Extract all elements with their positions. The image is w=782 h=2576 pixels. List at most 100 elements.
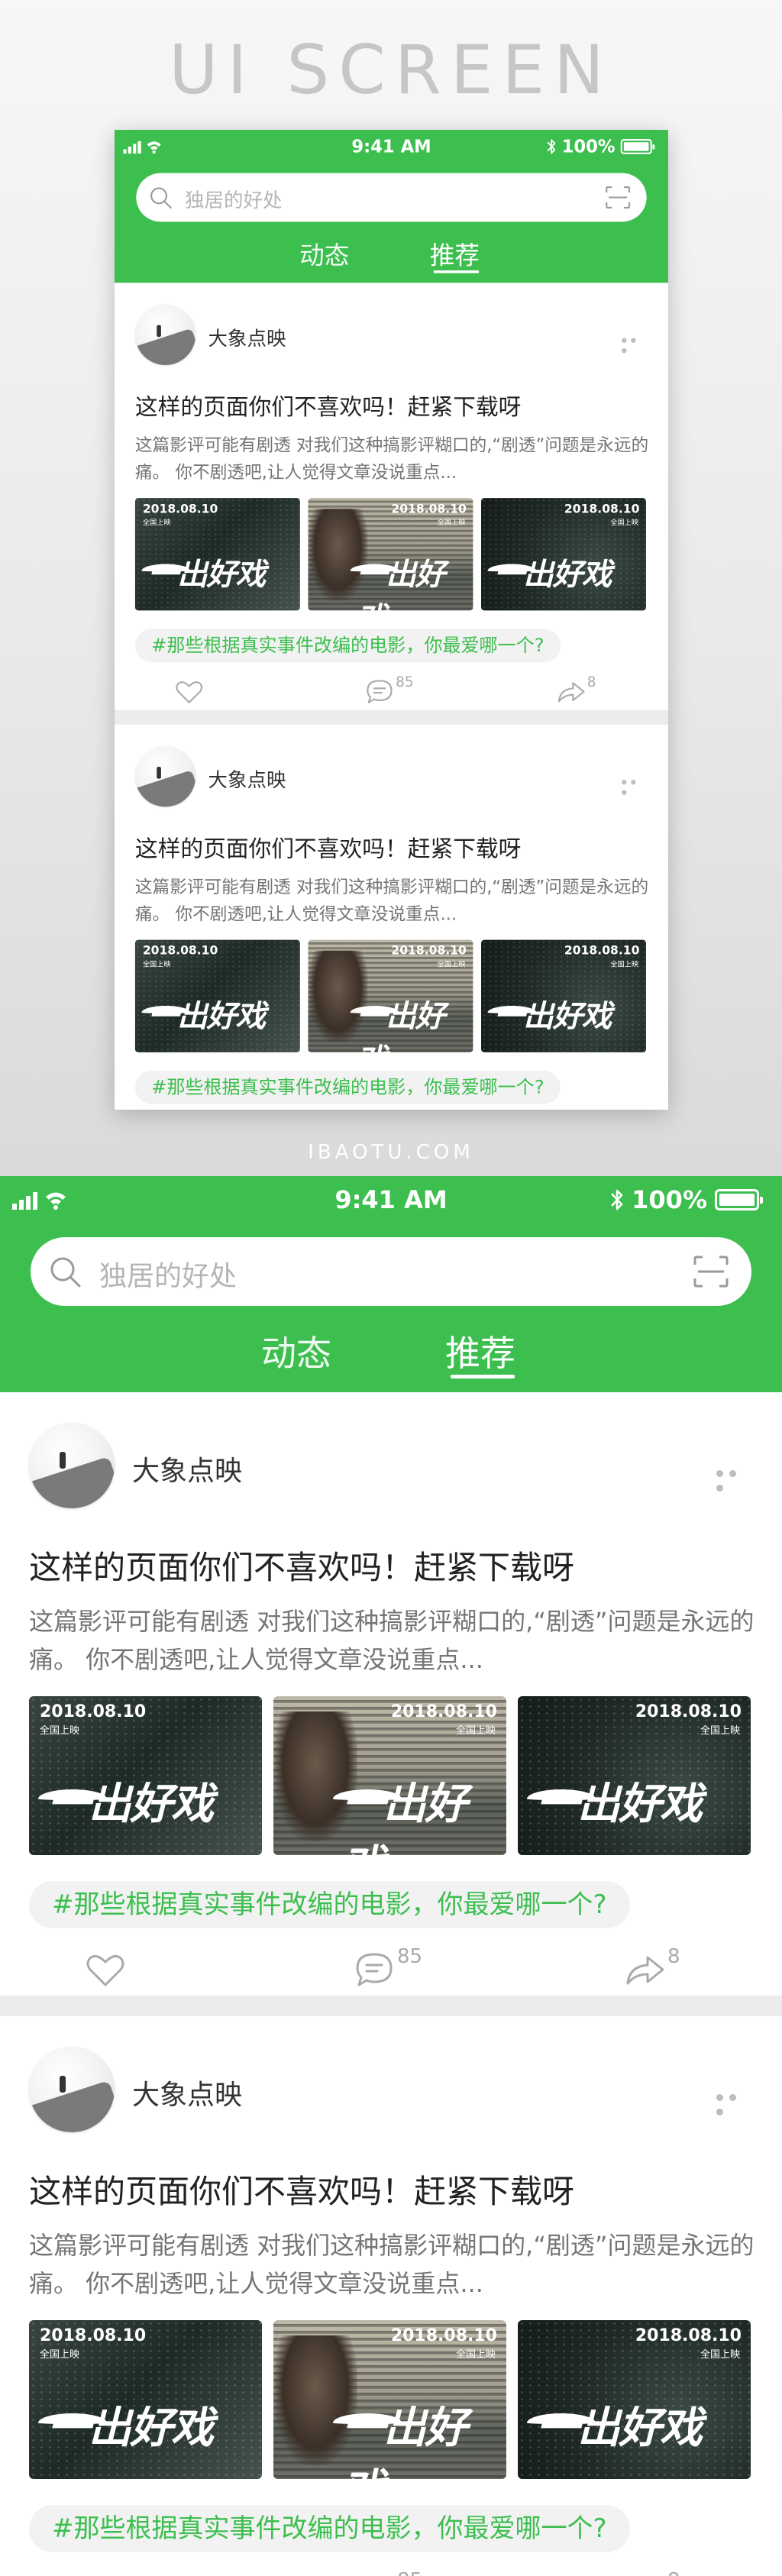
topic-tag[interactable]: #那些根据真实事件改编的电影，你最爱哪一个? [134, 629, 561, 663]
comment-count: 85 [397, 2569, 422, 2576]
more-dots-icon[interactable] [716, 2090, 755, 2115]
post-title[interactable]: 这样的页面你们不喜欢吗！赶紧下载呀 [29, 1542, 574, 1589]
post-card[interactable]: 大象点映 这样的页面你们不喜欢吗！赶紧下载呀 这篇影评可能有剧透 对我们这种搞影… [0, 2016, 782, 2576]
status-bar: 9:41 AM 100% [0, 1176, 782, 1223]
poster-logo: 一出好戏 [350, 550, 473, 610]
poster-date: 2018.08.10 [40, 2326, 147, 2345]
poster-logo: 一出好戏 [141, 550, 266, 593]
like-button[interactable] [84, 1950, 127, 1989]
movie-poster-thumbnail[interactable]: 2018.08.10 全国上映 一出好戏 [308, 498, 473, 611]
battery-icon [620, 139, 655, 154]
movie-poster-thumbnail[interactable]: 2018.08.10 全国上映 一出好戏 [29, 1696, 262, 1855]
tab-tuijian[interactable]: 推荐 [430, 236, 480, 272]
poster-date: 2018.08.10 [142, 502, 218, 516]
poster-logo: 一出好戏 [333, 2393, 506, 2479]
author-name[interactable]: 大象点映 [208, 764, 286, 793]
post-card[interactable]: 大象点映 这样的页面你们不喜欢吗！赶紧下载呀 这篇影评可能有剧透 对我们这种搞影… [115, 724, 668, 1110]
poster-date: 2018.08.10 [390, 1702, 497, 1721]
post-card[interactable]: 大象点映 这样的页面你们不喜欢吗！赶紧下载呀 这篇影评可能有剧透 对我们这种搞影… [115, 283, 668, 710]
showcase-title: UI SCREEN [169, 31, 613, 109]
tab-dongtai[interactable]: 动态 [299, 236, 349, 272]
scan-icon[interactable] [606, 186, 631, 209]
heart-icon[interactable] [174, 677, 205, 706]
share-icon[interactable] [556, 677, 586, 706]
image-gallery: 2018.08.10 全国上映 一出好戏 2018.08.10 全国上映 一出好… [134, 498, 648, 611]
movie-poster-thumbnail[interactable]: 2018.08.10 全国上映 一出好戏 [518, 2320, 751, 2479]
movie-poster-thumbnail[interactable]: 2018.08.10 全国上映 一出好戏 [29, 2320, 262, 2479]
movie-poster-thumbnail[interactable]: 2018.08.10 全国上映 一出好戏 [273, 2320, 506, 2479]
share-icon[interactable] [623, 1950, 666, 1989]
topic-tag[interactable]: #那些根据真实事件改编的电影，你最爱哪一个? [134, 1070, 561, 1104]
status-right: 100% [609, 1185, 763, 1214]
poster-logo: 一出好戏 [350, 992, 473, 1052]
poster-logo: 一出好戏 [38, 2393, 214, 2455]
movie-poster-thumbnail[interactable]: 2018.08.10 全国上映 一出好戏 [308, 939, 473, 1052]
poster-date: 2018.08.10 [564, 944, 640, 958]
showcase-background: UI SCREEN 9:41 AM 100% 独居的好处 动态 推荐 大象点映 … [0, 0, 782, 1176]
poster-logo: 一出好戏 [38, 1770, 214, 1831]
app-header: 9:41 AM 100% 独居的好处 动态 推荐 [0, 1176, 782, 1392]
comment-icon[interactable] [364, 677, 395, 706]
avatar[interactable] [29, 2047, 115, 2132]
post-description: 这篇影评可能有剧透 对我们这种搞影评糊口的,“剧透”问题是永远的痛。 你不剧透吧… [29, 2231, 755, 2298]
poster-logo: 一出好戏 [141, 992, 266, 1036]
search-bar[interactable]: 独居的好处 [136, 173, 647, 222]
search-bar[interactable]: 独居的好处 [31, 1237, 751, 1306]
feed-list: 大象点映 这样的页面你们不喜欢吗！赶紧下载呀 这篇影评可能有剧透 对我们这种搞影… [115, 283, 668, 1110]
comment-button[interactable]: 85 [353, 1945, 422, 1989]
tab-dongtai[interactable]: 动态 [261, 1326, 331, 1376]
topic-tag[interactable]: #那些根据真实事件改编的电影，你最爱哪一个? [29, 2505, 630, 2552]
post-title[interactable]: 这样的页面你们不喜欢吗！赶紧下载呀 [135, 389, 522, 422]
topic-tag[interactable]: #那些根据真实事件改编的电影，你最爱哪一个? [29, 1881, 630, 1928]
poster-subtitle: 全国上映 [437, 960, 466, 969]
movie-poster-thumbnail[interactable]: 2018.08.10 全国上映 一出好戏 [134, 498, 300, 611]
showcase-watermark: IBAOTU.COM [308, 1141, 474, 1164]
card-divider [0, 1996, 782, 2016]
post-card[interactable]: 大象点映 这样的页面你们不喜欢吗！赶紧下载呀 这篇影评可能有剧透 对我们这种搞影… [0, 1392, 782, 1996]
heart-icon[interactable] [84, 1950, 127, 1989]
comment-button[interactable]: 85 [364, 674, 414, 706]
poster-logo: 一出好戏 [527, 1770, 703, 1831]
poster-date: 2018.08.10 [635, 2326, 742, 2345]
more-dots-icon[interactable] [622, 777, 648, 795]
movie-poster-thumbnail[interactable]: 2018.08.10 全国上映 一出好戏 [518, 1696, 751, 1855]
search-placeholder[interactable]: 独居的好处 [99, 1254, 237, 1294]
movie-poster-thumbnail[interactable]: 2018.08.10 全国上映 一出好戏 [134, 939, 300, 1052]
author-name[interactable]: 大象点映 [132, 1449, 242, 1488]
post-actions: 85 8 [115, 672, 668, 710]
like-button[interactable] [174, 677, 205, 706]
share-count: 8 [667, 2569, 680, 2576]
search-icon[interactable] [148, 185, 173, 210]
movie-poster-thumbnail[interactable]: 2018.08.10 全国上映 一出好戏 [481, 498, 646, 611]
search-icon[interactable] [47, 1254, 82, 1289]
more-dots-icon[interactable] [716, 1466, 755, 1492]
movie-poster-thumbnail[interactable]: 2018.08.10 全国上映 一出好戏 [273, 1696, 506, 1855]
tab-tuijian[interactable]: 推荐 [445, 1326, 515, 1376]
comment-count: 85 [396, 674, 414, 691]
poster-date: 2018.08.10 [635, 1702, 742, 1721]
app-header: 9:41 AM 100% 独居的好处 动态 推荐 [115, 130, 668, 283]
poster-date: 2018.08.10 [40, 1702, 147, 1721]
status-right: 100% [545, 136, 655, 157]
avatar[interactable] [134, 304, 196, 365]
avatar[interactable] [134, 746, 196, 807]
share-button[interactable]: 8 [623, 1945, 680, 1989]
movie-poster-thumbnail[interactable]: 2018.08.10 全国上映 一出好戏 [481, 939, 646, 1052]
poster-subtitle: 全国上映 [40, 1725, 80, 1737]
more-dots-icon[interactable] [622, 335, 648, 354]
status-bar: 9:41 AM 100% [115, 130, 668, 163]
post-actions: 85 8 [0, 2566, 782, 2576]
share-count: 8 [586, 674, 596, 691]
search-placeholder[interactable]: 独居的好处 [185, 185, 282, 213]
post-title[interactable]: 这样的页面你们不喜欢吗！赶紧下载呀 [135, 831, 522, 864]
poster-subtitle: 全国上映 [40, 2349, 80, 2361]
poster-subtitle: 全国上映 [437, 519, 466, 527]
scan-icon[interactable] [693, 1256, 729, 1288]
post-title[interactable]: 这样的页面你们不喜欢吗！赶紧下载呀 [29, 2166, 574, 2212]
author-name[interactable]: 大象点映 [132, 2073, 242, 2112]
active-tab-indicator [433, 270, 480, 273]
author-name[interactable]: 大象点映 [208, 323, 286, 351]
avatar[interactable] [29, 1423, 115, 1508]
comment-icon[interactable] [353, 1950, 396, 1989]
share-button[interactable]: 8 [556, 674, 596, 706]
